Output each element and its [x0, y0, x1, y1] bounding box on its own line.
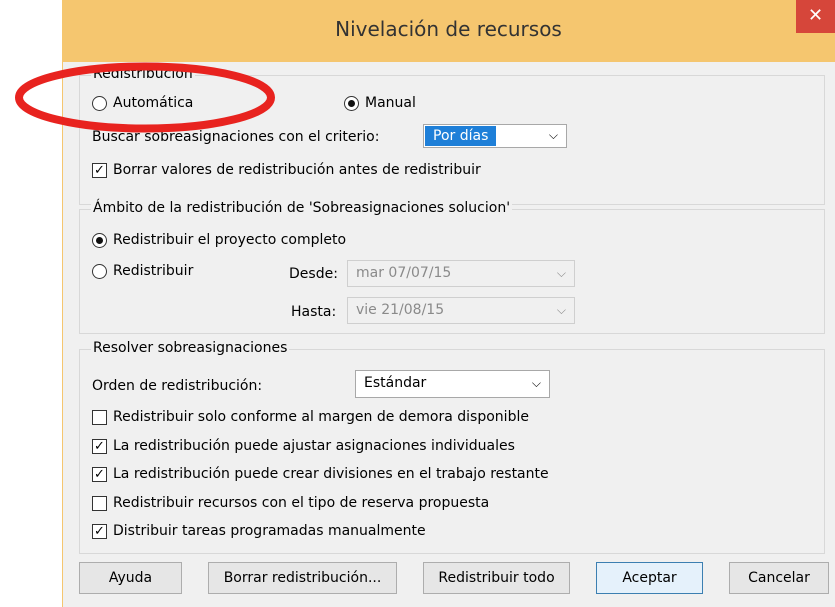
close-button[interactable]: ✕ — [796, 0, 835, 33]
option-adjust-assignments-checkbox[interactable]: ✓ — [92, 439, 107, 454]
criteria-dropdown[interactable]: Por días ⌵ — [423, 124, 567, 148]
chevron-down-icon: ⌵ — [548, 128, 558, 142]
option-proposed-booking-checkbox[interactable] — [92, 496, 107, 511]
option-splits-checkbox[interactable]: ✓ — [92, 467, 107, 482]
option-slack-label[interactable]: Redistribuir solo conforme al margen de … — [113, 409, 529, 425]
close-icon: ✕ — [807, 5, 824, 26]
option-manual-tasks-checkbox[interactable]: ✓ — [92, 524, 107, 539]
group-ambito-legend: Ámbito de la redistribución de 'Sobreasi… — [91, 200, 513, 216]
to-label: Hasta: — [291, 304, 337, 320]
radio-manual-label[interactable]: Manual — [365, 95, 416, 111]
ok-button[interactable]: Aceptar — [596, 562, 703, 594]
chevron-down-icon: ⌵ — [556, 266, 566, 280]
from-label: Desde: — [289, 266, 338, 282]
radio-full-project[interactable] — [92, 233, 107, 248]
from-date-value: mar 07/07/15 — [356, 265, 452, 281]
radio-full-project-label[interactable]: Redistribuir el proyecto completo — [113, 232, 346, 248]
order-value: Estándar — [364, 375, 427, 391]
radio-range-label[interactable]: Redistribuir — [113, 263, 193, 279]
option-splits-label[interactable]: La redistribución puede crear divisiones… — [113, 466, 549, 482]
radio-manual[interactable] — [344, 96, 359, 111]
help-button[interactable]: Ayuda — [79, 562, 182, 594]
clear-values-label[interactable]: Borrar valores de redistribución antes d… — [113, 162, 481, 178]
annotation-ellipse — [15, 62, 275, 133]
level-all-button[interactable]: Redistribuir todo — [423, 562, 570, 594]
to-date-value: vie 21/08/15 — [356, 302, 445, 318]
cancel-button[interactable]: Cancelar — [729, 562, 829, 594]
option-proposed-booking-label[interactable]: Redistribuir recursos con el tipo de res… — [113, 495, 489, 511]
group-resolver-legend: Resolver sobreasignaciones — [91, 340, 290, 356]
clear-leveling-button[interactable]: Borrar redistribución... — [208, 562, 397, 594]
chevron-down-icon: ⌵ — [556, 303, 566, 317]
dialog-body: Redistribución Automática Manual Buscar … — [62, 62, 835, 607]
title-bar[interactable]: Nivelación de recursos ✕ — [62, 0, 835, 62]
from-date-picker[interactable]: mar 07/07/15 ⌵ — [347, 260, 575, 287]
criteria-value: Por días — [425, 126, 497, 146]
dialog-title: Nivelación de recursos — [335, 17, 562, 41]
chevron-down-icon: ⌵ — [531, 376, 541, 390]
clear-values-checkbox[interactable]: ✓ — [92, 163, 107, 178]
order-label: Orden de redistribución: — [92, 378, 263, 394]
radio-range[interactable] — [92, 264, 107, 279]
order-dropdown[interactable]: Estándar ⌵ — [355, 370, 550, 398]
to-date-picker[interactable]: vie 21/08/15 ⌵ — [347, 297, 575, 324]
option-adjust-assignments-label[interactable]: La redistribución puede ajustar asignaci… — [113, 438, 515, 454]
option-manual-tasks-label[interactable]: Distribuir tareas programadas manualment… — [113, 523, 426, 539]
option-slack-checkbox[interactable] — [92, 410, 107, 425]
